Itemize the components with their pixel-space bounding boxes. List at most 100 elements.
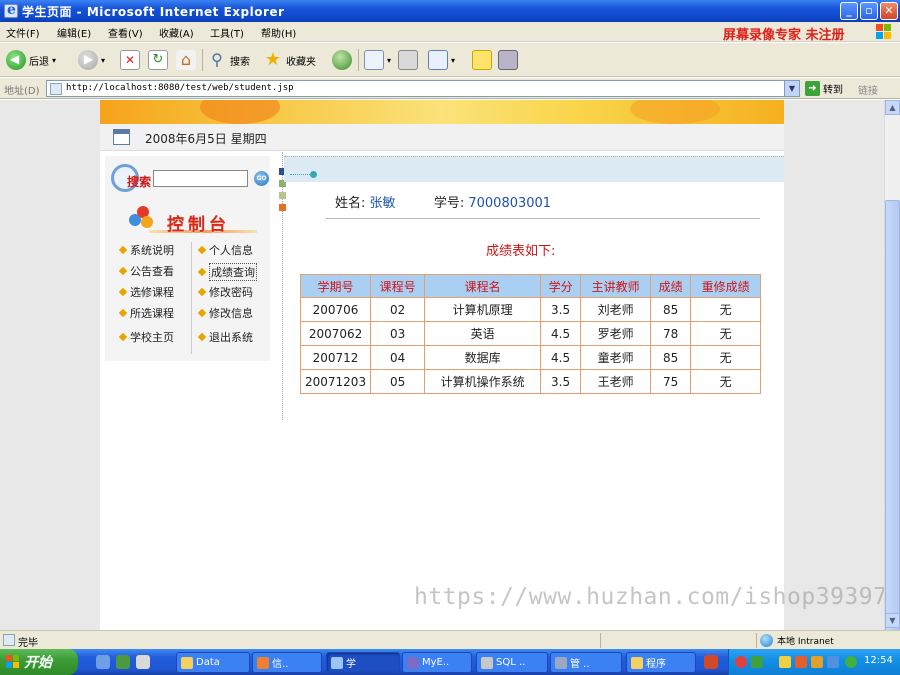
menu-view[interactable]: 查看(V): [108, 25, 143, 40]
menu-file[interactable]: 文件(F): [6, 25, 40, 40]
history-icon: [332, 50, 352, 70]
mail-icon: [364, 50, 384, 70]
nav-school-home[interactable]: 学校主页: [118, 329, 174, 345]
recorder-icon[interactable]: [704, 655, 718, 669]
nav-system-info[interactable]: 系统说明: [118, 242, 174, 258]
search-button[interactable]: ⚲ 搜索: [207, 49, 250, 71]
refresh-button[interactable]: ↻: [148, 49, 168, 71]
windows-logo-icon: [876, 24, 892, 40]
student-id: 7000803001: [468, 196, 552, 211]
quicklaunch-ie-icon[interactable]: [96, 655, 110, 669]
address-input[interactable]: http://localhost:8080/test/web/student.j…: [46, 80, 800, 97]
forward-button[interactable]: ▾: [78, 49, 105, 71]
menu-edit[interactable]: 编辑(E): [57, 25, 91, 40]
page-viewport: 2008年6月5日 星期四 搜索 GO 控制台 系统说明 公告查看 选修课程 所…: [0, 100, 884, 630]
stop-icon: ✕: [120, 50, 140, 70]
quicklaunch-media-icon[interactable]: [116, 655, 130, 669]
task-info[interactable]: 信..: [252, 652, 322, 673]
tray-icon[interactable]: [735, 656, 747, 668]
nav-selected-courses[interactable]: 所选课程: [118, 305, 174, 321]
print-button[interactable]: [398, 49, 418, 71]
maximize-button[interactable]: ▫: [860, 2, 878, 20]
close-button[interactable]: ✕: [880, 2, 898, 20]
taskbar: 开始 Data 信.. 学 MyE.. SQL .. 管 .. 程序 12:54: [0, 649, 900, 675]
table-row: 20071203 05 计算机操作系统 3.5 王老师 75 无: [299, 369, 762, 394]
col-credit: 学分: [540, 274, 582, 298]
site-watermark: https://www.huzhan.com/ishop39397: [414, 584, 888, 610]
address-bar: 地址(D) http://localhost:8080/test/web/stu…: [0, 78, 900, 99]
home-icon: ⌂: [176, 50, 196, 70]
tray-icon[interactable]: [811, 656, 823, 668]
status-text: 完毕: [18, 638, 38, 649]
nav-grade-query[interactable]: 成绩查询: [197, 263, 257, 281]
refresh-icon: ↻: [148, 50, 168, 70]
scroll-down-icon[interactable]: ▼: [885, 613, 900, 628]
address-label: 地址(D): [4, 86, 40, 97]
forward-arrow-icon: [78, 50, 98, 70]
col-term: 学期号: [299, 274, 372, 298]
menu-help[interactable]: 帮助(H): [261, 25, 296, 40]
table-header-row: 学期号 课程号 课程名 学分 主讲教师 成绩 重修成绩: [299, 274, 762, 298]
nav-change-password[interactable]: 修改密码: [197, 284, 253, 300]
history-button[interactable]: [332, 49, 352, 71]
star-icon: ★: [264, 49, 282, 70]
tray-icon[interactable]: [779, 656, 791, 668]
task-program[interactable]: 程序: [626, 652, 696, 673]
back-arrow-icon: [6, 50, 26, 70]
go-button[interactable]: ➜ 转到: [805, 80, 843, 97]
nav-elective-courses[interactable]: 选修课程: [118, 284, 174, 300]
table-row: 200706 02 计算机原理 3.5 刘老师 85 无: [299, 297, 762, 322]
scrollbar-thumb[interactable]: [885, 200, 900, 640]
task-data[interactable]: Data: [176, 652, 250, 673]
col-score: 成绩: [650, 274, 692, 298]
search-input[interactable]: [153, 170, 248, 187]
home-button[interactable]: ⌂: [176, 49, 196, 71]
scroll-up-icon[interactable]: ▲: [885, 100, 900, 115]
calendar-icon: [113, 129, 130, 145]
edit-icon: [428, 50, 448, 70]
tray-icon[interactable]: [795, 656, 807, 668]
address-dropdown-icon[interactable]: ▼: [784, 81, 799, 96]
task-student[interactable]: 学: [326, 652, 400, 673]
start-button[interactable]: 开始: [0, 649, 78, 675]
edit-button[interactable]: ▾: [428, 49, 455, 71]
security-zone: 本地 Intranet: [760, 634, 834, 647]
tray-icon[interactable]: [827, 656, 839, 668]
col-course-id: 课程号: [370, 274, 426, 298]
col-retake-score: 重修成绩: [690, 274, 762, 298]
page-done-icon: [3, 634, 15, 646]
page-content: 搜索 GO 控制台 系统说明 公告查看 选修课程 所选课程 学校主页 个人信息 …: [100, 152, 784, 630]
nav-announcements[interactable]: 公告查看: [118, 263, 174, 279]
sidebar: 搜索 GO 控制台 系统说明 公告查看 选修课程 所选课程 学校主页 个人信息 …: [105, 156, 270, 361]
back-button[interactable]: 后退 ▾: [6, 49, 56, 71]
search-go-button[interactable]: GO: [254, 171, 269, 186]
messenger-button[interactable]: [498, 49, 518, 71]
favorites-button[interactable]: ★ 收藏夹: [263, 49, 316, 71]
status-bar: 完毕 本地 Intranet: [0, 630, 900, 649]
nav-logout[interactable]: 退出系统: [197, 329, 253, 345]
task-manager[interactable]: 管 ..: [550, 652, 622, 673]
menu-tools[interactable]: 工具(T): [210, 25, 244, 40]
control-panel-icon: [129, 206, 155, 232]
links-label[interactable]: 链接: [858, 82, 878, 97]
windows-flag-icon: [6, 655, 20, 669]
task-myeclipse[interactable]: MyE..: [402, 652, 472, 673]
stop-button[interactable]: ✕: [120, 49, 140, 71]
table-row: 2007062 03 英语 4.5 罗老师 78 无: [299, 321, 762, 346]
tray-icon[interactable]: [751, 656, 763, 668]
window-title: 学生页面 - Microsoft Internet Explorer: [22, 5, 285, 19]
header-banner: [100, 100, 784, 124]
grade-table: 学期号 课程号 课程名 学分 主讲教师 成绩 重修成绩 200706 02 计算机原…: [299, 274, 762, 394]
title-bar: 学生页面 - Microsoft Internet Explorer _ ▫ ✕: [0, 0, 900, 22]
quicklaunch-desktop-icon[interactable]: [136, 655, 150, 669]
minimize-button[interactable]: _: [840, 2, 858, 20]
mail-button[interactable]: ▾: [364, 49, 391, 71]
nav-personal-info[interactable]: 个人信息: [197, 242, 253, 258]
discuss-button[interactable]: [472, 49, 492, 71]
tray-icon[interactable]: [845, 656, 857, 668]
col-teacher: 主讲教师: [580, 274, 652, 298]
vertical-scrollbar[interactable]: ▲ ▼: [884, 100, 900, 640]
task-sql[interactable]: SQL ..: [476, 652, 548, 673]
nav-edit-info[interactable]: 修改信息: [197, 305, 253, 321]
menu-favorites[interactable]: 收藏(A): [159, 25, 194, 40]
